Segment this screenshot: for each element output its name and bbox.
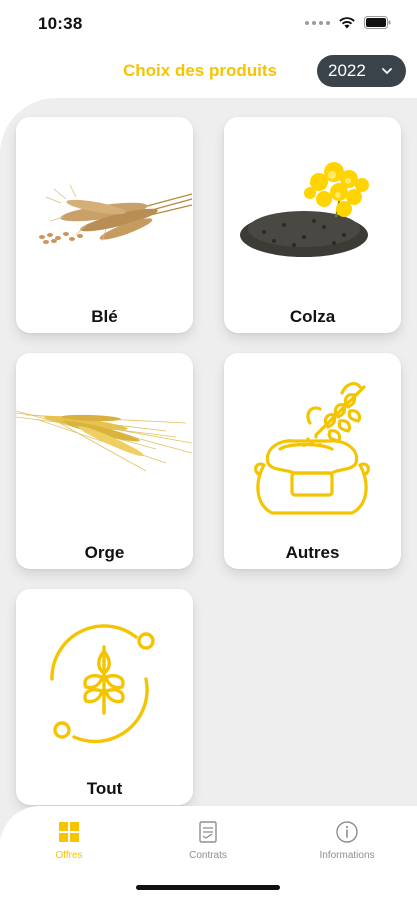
grid-icon xyxy=(59,822,79,842)
status-bar: 10:38 xyxy=(0,0,417,48)
wifi-icon xyxy=(339,17,355,29)
chevron-down-icon xyxy=(382,68,392,74)
grain-sack-icon xyxy=(254,382,370,515)
product-card-orge[interactable]: Orge xyxy=(16,353,193,569)
product-label-colza: Colza xyxy=(289,307,336,326)
wheat-ears-photo xyxy=(39,184,193,244)
document-icon xyxy=(199,821,217,843)
product-label-tout: Tout xyxy=(86,779,123,798)
year-select-value: 2022 xyxy=(328,61,366,80)
wheat-circle-icon xyxy=(50,624,155,744)
home-indicator[interactable] xyxy=(136,885,280,890)
product-card-autres[interactable]: Autres xyxy=(224,353,401,569)
rapeseed-photo xyxy=(240,162,369,257)
battery-icon xyxy=(364,16,391,29)
tab-offres-label: Offres xyxy=(55,850,83,861)
product-card-tout[interactable]: Tout xyxy=(16,589,193,805)
status-time: 10:38 xyxy=(38,14,83,33)
header: Choix des produits 2022 xyxy=(0,52,417,92)
product-label-autres: Autres xyxy=(285,543,340,562)
info-icon xyxy=(336,821,358,843)
tab-informations[interactable]: Informations xyxy=(297,820,397,870)
year-select[interactable]: 2022 xyxy=(317,55,406,87)
tab-offres[interactable]: Offres xyxy=(19,820,119,870)
signal-icon xyxy=(305,20,330,25)
page-title: Choix des produits xyxy=(123,61,277,80)
tab-informations-label: Informations xyxy=(319,850,375,861)
barley-photo xyxy=(16,410,193,472)
product-label-orge: Orge xyxy=(84,543,125,562)
product-label-ble: Blé xyxy=(91,307,118,326)
product-card-colza[interactable]: Colza xyxy=(224,117,401,333)
product-card-ble[interactable]: Blé xyxy=(16,117,193,333)
tab-contrats[interactable]: Contrats xyxy=(158,820,258,870)
tab-contrats-label: Contrats xyxy=(189,850,227,861)
status-icons xyxy=(305,16,391,29)
